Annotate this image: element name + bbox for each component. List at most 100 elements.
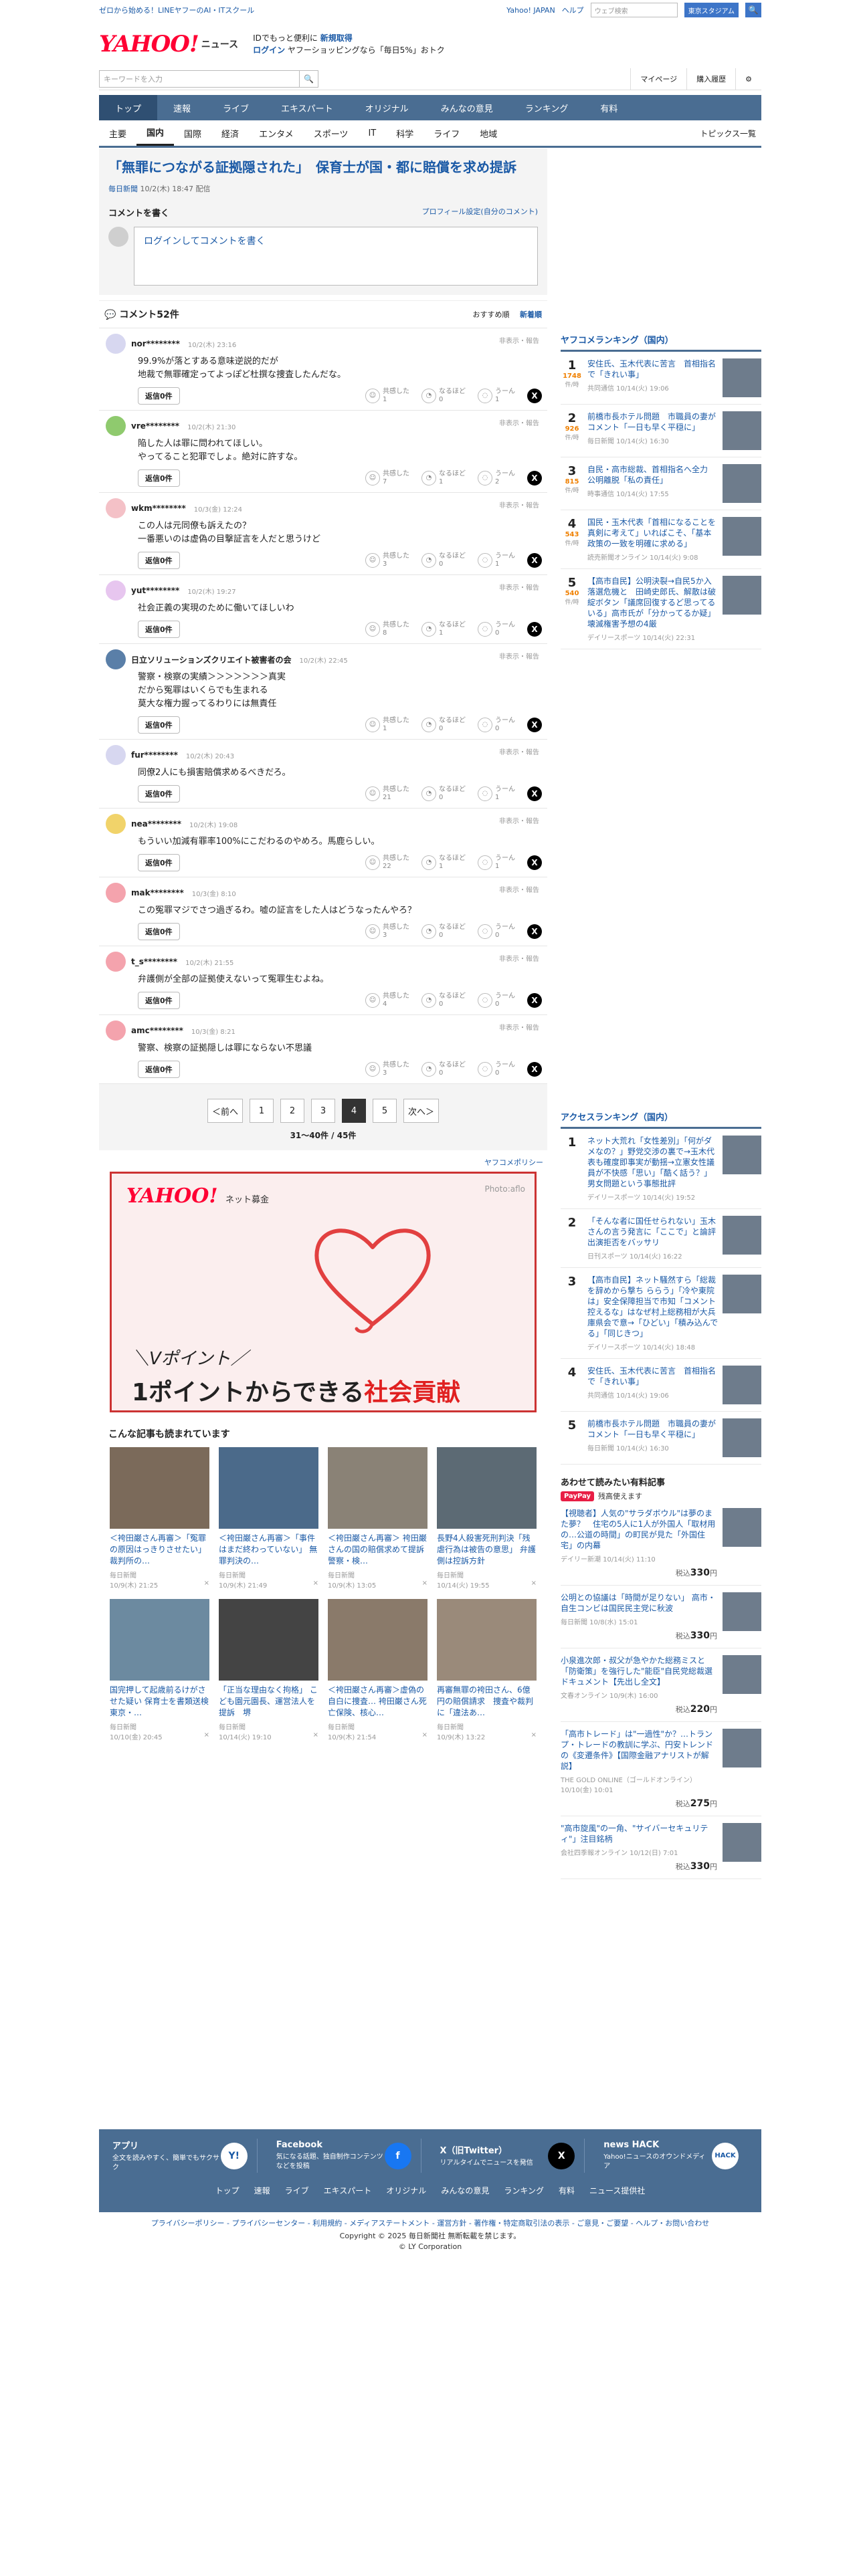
footer-nav-item[interactable]: ランキング — [504, 2185, 544, 2196]
article-title[interactable]: 「無罪につながる証拠隠された」 保育士が国・都に賠償を求め提訴 — [108, 158, 538, 177]
paid-article[interactable]: 小泉進次郎・叔父が急やかた総務ミスと「防衛策」を強行した"能臣"自民党総裁選ドキ… — [561, 1648, 761, 1722]
nav-opinion[interactable]: みんなの意見 — [425, 95, 509, 120]
reply-button[interactable]: 返信0件 — [138, 992, 180, 1009]
comment-author[interactable]: amc******** — [131, 1026, 183, 1035]
x-share-icon[interactable]: X — [527, 1062, 542, 1077]
app-icon[interactable]: Y! — [220, 2142, 248, 2169]
footer-nav-item[interactable]: エキスパート — [324, 2185, 372, 2196]
report-link[interactable]: 非表示・報告 — [499, 335, 539, 345]
uun-button[interactable]: ◌ うーん 0 — [478, 1061, 515, 1077]
paid-title[interactable]: 小泉進次郎・叔父が急やかた総務ミスと「防衛策」を強行した"能臣"自民党総裁選ドキ… — [561, 1655, 717, 1687]
rank-thumbnail[interactable] — [723, 1216, 761, 1255]
report-link[interactable]: 非表示・報告 — [499, 417, 539, 427]
yahoo-japan-link[interactable]: Yahoo! JAPAN — [506, 6, 555, 15]
paid-thumbnail[interactable] — [723, 1508, 761, 1547]
footer-app-link[interactable]: X（旧Twitter） リアルタイムでニュースを発信 X — [440, 2139, 585, 2173]
empathy-button[interactable]: ☺ 共感した 3 — [365, 924, 409, 940]
nav-breaking[interactable]: 速報 — [157, 95, 207, 120]
donation-banner[interactable]: YAHOO! ネット募金 Photo:aflo ＼Vポイント／ 1ポイントからで… — [110, 1172, 537, 1412]
article-source[interactable]: 毎日新聞 — [108, 185, 138, 193]
cat-world[interactable]: 国際 — [174, 120, 211, 146]
reply-button[interactable]: 返信0件 — [138, 387, 180, 405]
ranking-item[interactable]: 4 安住氏、玉木代表に苦言 首相指名で「きれい事」 共同通信 10/14(火) 19… — [561, 1359, 761, 1412]
close-icon[interactable]: × — [204, 1580, 209, 1590]
paid-title[interactable]: 【視聴者】人気の"サラダボウル"は夢のまた夢？ 住宅の5人に1人が外国人「取材用… — [561, 1508, 717, 1551]
uun-button[interactable]: ◌ うーん 1 — [478, 855, 515, 871]
page-button-5[interactable]: 5 — [373, 1099, 397, 1123]
naruhodo-button[interactable]: ◔ なるほど 0 — [421, 388, 466, 404]
naruhodo-button[interactable]: ◔ なるほど 0 — [421, 992, 466, 1008]
paid-thumbnail[interactable] — [723, 1592, 761, 1631]
news-hack-icon[interactable]: HACK — [712, 2142, 739, 2169]
related-thumbnail[interactable] — [110, 1599, 209, 1681]
empathy-button[interactable]: ☺ 共感した 1 — [365, 717, 409, 733]
ranking-item[interactable]: 2 926 件/時 前橋市長ホテル問題 市職員の妻がコメント「一日も早く平穏に」 毎日新… — [561, 405, 761, 457]
related-article[interactable]: ＜袴田巌さん再審＞「冤罪の原因はっきりさせたい」 裁判所の… 毎日新聞 10/9(木… — [110, 1447, 209, 1590]
x-share-icon[interactable]: X — [527, 389, 542, 403]
sort-new[interactable]: 新着順 — [520, 310, 542, 319]
keyword-input[interactable]: キーワードを入力 — [99, 70, 300, 88]
comment-author[interactable]: nor******** — [131, 339, 180, 348]
reply-button[interactable]: 返信0件 — [138, 785, 180, 802]
empathy-button[interactable]: ☺ 共感した 3 — [365, 552, 409, 568]
comment-policy-link[interactable]: ヤフコメポリシー — [99, 1150, 547, 1172]
cat-local[interactable]: 地域 — [470, 120, 507, 146]
x-share-icon[interactable]: X — [527, 855, 542, 870]
report-link[interactable]: 非表示・報告 — [499, 651, 539, 661]
web-search-input[interactable]: ウェブ検索 — [590, 3, 678, 17]
footer-nav-item[interactable]: みんなの意見 — [441, 2185, 489, 2196]
page-button-3[interactable]: 3 — [311, 1099, 335, 1123]
ranking-item[interactable]: 3 815 件/時 自民・高市総裁、首相指名へ全力 公明離脱「私の責任」 時事通信 10… — [561, 457, 761, 510]
report-link[interactable]: 非表示・報告 — [499, 500, 539, 510]
ranking-item[interactable]: 4 543 件/時 国民・玉木代表「首相になることを真剣に考えて」いればこそ、「基本政… — [561, 510, 761, 569]
gear-icon[interactable]: ⚙ — [735, 68, 761, 90]
mypage-link[interactable]: マイページ — [630, 68, 686, 90]
rank-title[interactable]: 前橋市長ホテル問題 市職員の妻がコメント「一日も早く平穏に」 — [587, 411, 719, 433]
x-share-icon[interactable]: X — [527, 622, 542, 637]
rank-title[interactable]: 前橋市長ホテル問題 市職員の妻がコメント「一日も早く平穏に」 — [587, 1418, 719, 1440]
prev-page-button[interactable]: ＜前へ — [207, 1099, 243, 1123]
naruhodo-button[interactable]: ◔ なるほど 0 — [421, 786, 466, 802]
empathy-button[interactable]: ☺ 共感した 22 — [365, 855, 409, 871]
empathy-button[interactable]: ☺ 共感した 7 — [365, 470, 409, 486]
rank-title[interactable]: 【高市自民】ネット騒然すら「総裁を辞めから撃ち ららう」「冷や東院は」安全保障担… — [587, 1275, 719, 1339]
close-icon[interactable]: × — [204, 1731, 209, 1741]
naruhodo-button[interactable]: ◔ なるほど 1 — [421, 855, 466, 871]
profile-settings-link[interactable]: プロフィール設定(自分のコメント) — [422, 206, 538, 219]
cat-domestic[interactable]: 国内 — [136, 120, 175, 146]
legal-links[interactable]: プライバシーポリシー - プライバシーセンター - 利用規約 - メディアステー… — [99, 2218, 761, 2228]
close-icon[interactable]: × — [313, 1731, 318, 1741]
nav-expert[interactable]: エキスパート — [265, 95, 349, 120]
empathy-button[interactable]: ☺ 共感した 4 — [365, 992, 409, 1008]
footer-nav-item[interactable]: トップ — [215, 2185, 240, 2196]
cat-economy[interactable]: 経済 — [211, 120, 249, 146]
report-link[interactable]: 非表示・報告 — [499, 582, 539, 592]
rank-thumbnail[interactable] — [723, 464, 761, 503]
footer-nav-item[interactable]: 速報 — [254, 2185, 270, 2196]
topics-list-link[interactable]: トピックス一覧 — [700, 128, 761, 139]
related-article[interactable]: 再審無罪の袴田さん、6億円の賠償請求 捜査や裁判に「違法あ… 毎日新聞 10/9(木… — [437, 1599, 537, 1741]
report-link[interactable]: 非表示・報告 — [499, 884, 539, 894]
ranking-item[interactable]: 5 前橋市長ホテル問題 市職員の妻がコメント「一日も早く平穏に」 毎日新聞 10/1… — [561, 1412, 761, 1465]
reply-button[interactable]: 返信0件 — [138, 716, 180, 734]
empathy-button[interactable]: ☺ 共感した 21 — [365, 786, 409, 802]
naruhodo-button[interactable]: ◔ なるほど 0 — [421, 717, 466, 733]
related-title[interactable]: 長野4人殺害死刑判決「残虐行為は被告の意思」 弁護側は控訴方針 — [437, 1533, 537, 1567]
related-thumbnail[interactable] — [437, 1599, 537, 1681]
related-title[interactable]: 再審無罪の袴田さん、6億円の賠償請求 捜査や裁判に「違法あ… — [437, 1685, 537, 1719]
uun-button[interactable]: ◌ うーん 0 — [478, 621, 515, 637]
sort-recommend[interactable]: おすすめ順 — [473, 310, 510, 319]
related-thumbnail[interactable] — [328, 1599, 427, 1681]
rank-thumbnail[interactable] — [723, 1418, 761, 1457]
related-article[interactable]: ＜袴田巌さん再審＞ 袴田巌さんの国の賠償求めて提訴 警察・検… 毎日新聞 10/9(… — [328, 1447, 427, 1590]
related-article[interactable]: 長野4人殺害死刑判決「残虐行為は被告の意思」 弁護側は控訴方針 毎日新聞 10/14… — [437, 1447, 537, 1590]
x-share-icon[interactable]: X — [527, 553, 542, 568]
related-article[interactable]: ＜袴田巌さん再審＞「事件はまだ終わっていない」 無罪判決の… 毎日新聞 10/9(木… — [219, 1447, 318, 1590]
web-search-button[interactable]: 東京スタジアム — [684, 3, 739, 17]
related-title[interactable]: ＜袴田巌さん再審＞「事件はまだ終わっていない」 無罪判決の… — [219, 1533, 318, 1567]
rank-title[interactable]: 【高市自民】公明決裂→自民5か入落選危機と 田崎史郎氏、解散は破綻ボタン「議席回… — [587, 576, 719, 629]
nav-paid[interactable]: 有料 — [584, 95, 634, 120]
search-icon[interactable]: 🔍 — [745, 3, 761, 17]
reply-button[interactable]: 返信0件 — [138, 552, 180, 569]
page-button-1[interactable]: 1 — [250, 1099, 274, 1123]
